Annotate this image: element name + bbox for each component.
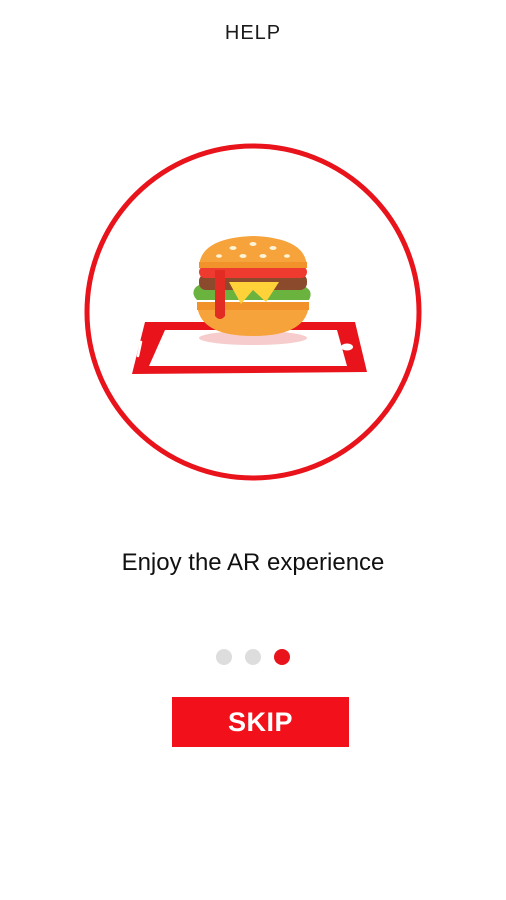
onboarding-caption: Enjoy the AR experience bbox=[121, 549, 385, 576]
page-dot-2[interactable] bbox=[245, 649, 261, 665]
page-title: HELP bbox=[224, 22, 282, 44]
skip-button[interactable]: SKIP bbox=[172, 697, 349, 747]
page-dot-3-active[interactable] bbox=[274, 649, 290, 665]
page-indicator bbox=[0, 649, 506, 665]
page-dot-1[interactable] bbox=[216, 649, 232, 665]
ar-illustration bbox=[83, 142, 423, 482]
burger-on-phone-ar-icon bbox=[84, 143, 422, 481]
